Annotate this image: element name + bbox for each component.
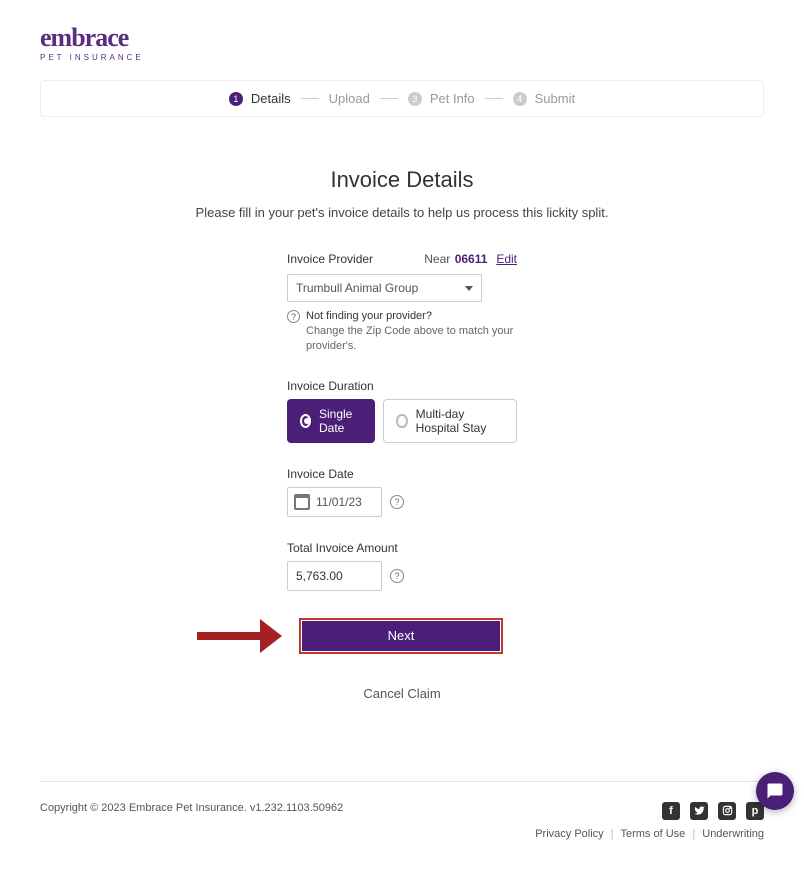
radio-icon	[396, 414, 407, 428]
step-divider	[380, 98, 398, 99]
invoice-date-input[interactable]: 11/01/23	[287, 487, 382, 517]
step-number-icon: 4	[513, 92, 527, 106]
radio-label: Multi-day Hospital Stay	[416, 407, 504, 435]
amount-input[interactable]	[287, 561, 382, 591]
radio-icon	[300, 414, 311, 428]
step-number-icon: 3	[408, 92, 422, 106]
step-label: Upload	[329, 91, 370, 106]
step-divider	[485, 98, 503, 99]
provider-label: Invoice Provider	[287, 252, 373, 266]
calendar-icon	[294, 494, 310, 510]
step-details: 1 Details	[229, 91, 291, 106]
instagram-icon[interactable]	[718, 802, 736, 820]
step-upload: Upload	[329, 91, 370, 106]
page-title: Invoice Details	[40, 167, 764, 193]
facebook-icon[interactable]: f	[662, 802, 680, 820]
date-help-icon[interactable]: ?	[390, 495, 404, 509]
date-label: Invoice Date	[287, 467, 517, 481]
step-number-icon: 1	[229, 92, 243, 106]
chat-widget-button[interactable]	[756, 772, 794, 810]
page-subtitle: Please fill in your pet's invoice detail…	[40, 205, 764, 220]
amount-label: Total Invoice Amount	[287, 541, 517, 555]
step-divider	[301, 98, 319, 99]
duration-multi-day[interactable]: Multi-day Hospital Stay	[383, 399, 517, 443]
step-label: Pet Info	[430, 91, 475, 106]
edit-zip-link[interactable]: Edit	[496, 252, 517, 266]
step-label: Details	[251, 91, 291, 106]
privacy-policy-link[interactable]: Privacy Policy	[535, 828, 603, 840]
provider-hint-body: Change the Zip Code above to match your …	[306, 324, 517, 355]
brand-tagline: PET INSURANCE	[40, 53, 764, 62]
provider-hint-title: Not finding your provider?	[306, 310, 517, 322]
terms-of-use-link[interactable]: Terms of Use	[620, 828, 685, 840]
date-value: 11/01/23	[316, 495, 362, 509]
amount-help-icon[interactable]: ?	[390, 569, 404, 583]
radio-label: Single Date	[319, 407, 362, 435]
near-prefix: Near	[424, 252, 450, 266]
step-label: Submit	[535, 91, 575, 106]
footer-links: Privacy Policy | Terms of Use | Underwri…	[535, 828, 764, 840]
cancel-claim-link[interactable]: Cancel Claim	[40, 686, 764, 701]
annotation-arrow-icon	[192, 611, 282, 661]
provider-select[interactable]: Trumbull Animal Group	[287, 274, 482, 302]
duration-label: Invoice Duration	[287, 379, 517, 393]
duration-single-date[interactable]: Single Date	[287, 399, 375, 443]
twitter-icon[interactable]	[690, 802, 708, 820]
zip-code: 06611	[455, 252, 488, 266]
chat-icon	[766, 782, 784, 800]
brand-name: embrace	[40, 25, 764, 51]
copyright-text: Copyright © 2023 Embrace Pet Insurance. …	[40, 802, 343, 814]
next-button[interactable]: Next	[302, 621, 500, 651]
progress-stepper: 1 Details Upload 3 Pet Info 4 Submit	[40, 80, 764, 117]
chevron-down-icon	[465, 286, 473, 291]
step-pet-info: 3 Pet Info	[408, 91, 475, 106]
near-zip-group: Near 06611 Edit	[424, 250, 517, 268]
brand-logo: embrace PET INSURANCE	[40, 25, 764, 62]
help-icon: ?	[287, 310, 300, 323]
step-submit: 4 Submit	[513, 91, 575, 106]
underwriting-link[interactable]: Underwriting	[702, 828, 764, 840]
provider-selected-value: Trumbull Animal Group	[296, 281, 418, 295]
